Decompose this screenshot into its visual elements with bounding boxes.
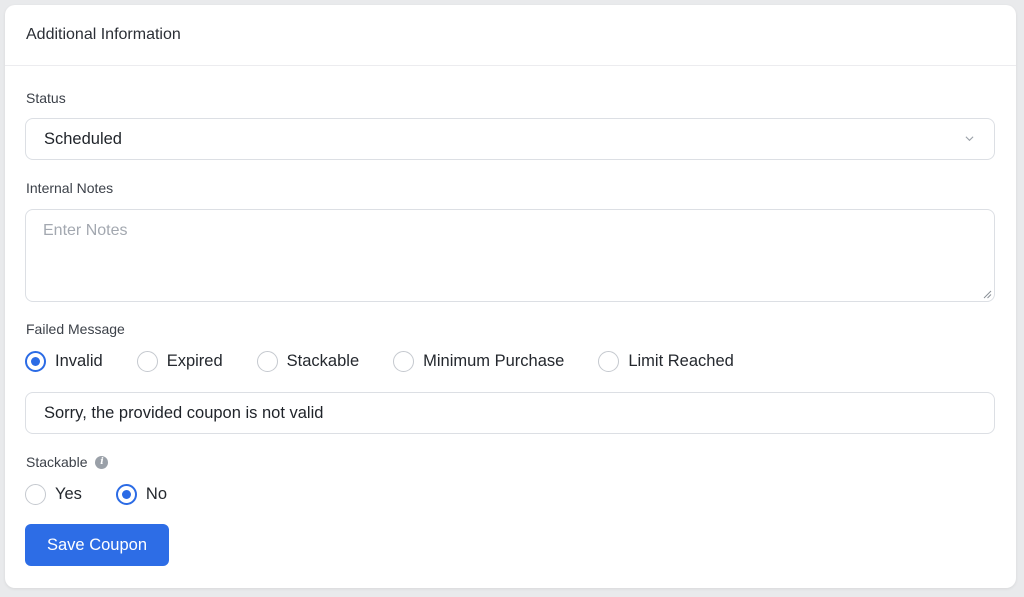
radio-label-yes: Yes	[55, 485, 82, 503]
radio-option-minimum-purchase[interactable]: Minimum Purchase	[393, 351, 564, 372]
radio-label-limit-reached: Limit Reached	[628, 352, 734, 370]
save-coupon-button[interactable]: Save Coupon	[25, 524, 169, 566]
status-select-value: Scheduled	[44, 129, 122, 148]
status-label: Status	[26, 90, 66, 106]
internal-notes-label: Internal Notes	[26, 180, 113, 196]
internal-notes-textarea[interactable]: Enter Notes	[25, 209, 995, 302]
radio-limit-reached[interactable]	[598, 351, 620, 372]
radio-expired[interactable]	[136, 351, 158, 372]
resize-handle-icon[interactable]	[982, 289, 992, 299]
status-label-text: Status	[26, 90, 66, 106]
stackable-label-text: Stackable	[26, 454, 88, 470]
panel-title: Additional Information	[26, 26, 181, 43]
failed-message-value: Sorry, the provided coupon is not valid	[44, 403, 324, 422]
radio-option-expired[interactable]: Expired	[136, 351, 223, 372]
radio-label-minimum-purchase: Minimum Purchase	[423, 352, 565, 370]
radio-label-no: No	[145, 485, 168, 503]
info-icon[interactable]: i	[95, 455, 109, 469]
failed-message-label-text: Failed Message	[26, 321, 125, 337]
radio-yes[interactable]	[25, 484, 46, 505]
failed-message-input[interactable]: Sorry, the provided coupon is not valid	[25, 392, 995, 434]
radio-label-invalid: Invalid	[55, 352, 103, 370]
failed-message-options: Invalid Expired Stackable Minimum Purcha…	[25, 351, 734, 372]
radio-invalid[interactable]	[25, 351, 46, 372]
radio-option-stackable[interactable]: Stackable	[256, 351, 360, 372]
radio-option-limit-reached[interactable]: Limit Reached	[598, 351, 734, 372]
chevron-down-icon	[965, 136, 974, 142]
radio-option-invalid[interactable]: Invalid	[25, 351, 103, 372]
radio-no[interactable]	[115, 484, 137, 505]
additional-information-panel: Additional Information Status Scheduled …	[5, 5, 1016, 588]
stackable-options: Yes No	[25, 484, 167, 505]
internal-notes-label-text: Internal Notes	[26, 180, 114, 196]
radio-label-stackable: Stackable	[286, 352, 360, 370]
status-select[interactable]: Scheduled	[25, 118, 995, 160]
panel-header: Additional Information	[5, 5, 1016, 66]
internal-notes-placeholder: Enter Notes	[43, 222, 128, 239]
radio-option-no[interactable]: No	[115, 484, 168, 505]
radio-stackable[interactable]	[256, 351, 278, 372]
radio-label-expired: Expired	[166, 352, 223, 370]
radio-option-yes[interactable]: Yes	[25, 484, 82, 505]
failed-message-label: Failed Message	[26, 321, 125, 337]
stackable-label: Stackable i	[26, 454, 109, 470]
radio-minimum-purchase[interactable]	[393, 351, 415, 372]
